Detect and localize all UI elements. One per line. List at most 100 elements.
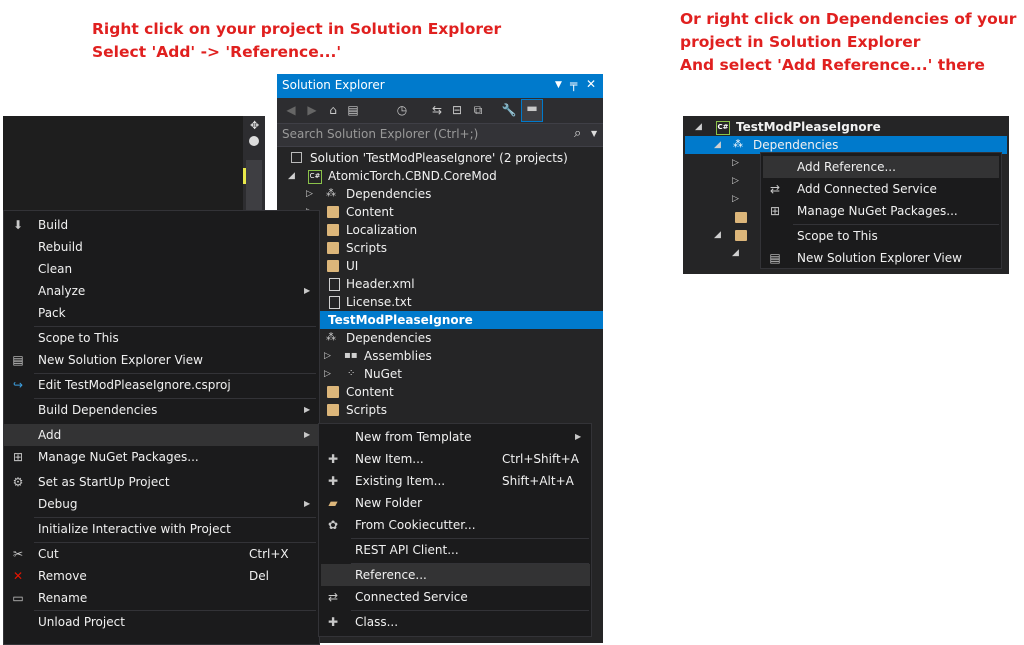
menu-item-clean[interactable]: Clean <box>4 258 319 280</box>
tree-item-folder[interactable]: ▷ Localization <box>277 221 603 239</box>
menu-item-manage-nuget[interactable]: ⊞ Manage NuGet Packages... <box>761 200 1001 222</box>
menu-item-cut[interactable]: ✂ Cut Ctrl+X <box>4 543 319 565</box>
tree-item-solution[interactable]: Solution 'TestModPleaseIgnore' (2 projec… <box>277 149 603 167</box>
menu-item-label: New from Template <box>355 430 472 444</box>
tree-item-folder[interactable]: UI <box>277 257 603 275</box>
collapsed-arrow-icon[interactable]: ▷ <box>324 347 334 365</box>
search-options-icon[interactable]: ▼ <box>591 129 597 138</box>
text-file-icon <box>329 296 340 309</box>
instruction-right-line: Or right click on Dependencies of your <box>680 10 1017 28</box>
scroll-thumb[interactable] <box>246 160 262 215</box>
collapse-all-icon[interactable]: ⊟ <box>449 102 465 118</box>
tree-item-assemblies[interactable]: ▷ ▪▪ Assemblies <box>277 347 603 365</box>
submenu-item-class[interactable]: ✚ Class... <box>319 611 591 633</box>
project-context-menu: ⬇ Build Rebuild Clean Analyze ▶ Pack Scope… <box>3 210 320 645</box>
tree-item-file[interactable]: License.txt <box>277 293 603 311</box>
submenu-item-new-item[interactable]: ✚ New Item... Ctrl+Shift+A <box>319 448 591 470</box>
menu-item-scope[interactable]: Scope to This <box>761 225 1001 247</box>
tree-item-folder[interactable]: ▷ Content <box>277 203 603 221</box>
expanded-arrow-icon[interactable]: ◢ <box>288 167 298 185</box>
tree-item-file[interactable]: Header.xml <box>277 275 603 293</box>
menu-item-label: Manage NuGet Packages... <box>38 450 199 464</box>
pending-changes-icon[interactable]: ◷ <box>394 102 410 118</box>
cookiecutter-icon: ✿ <box>327 518 339 532</box>
switch-views-icon[interactable]: ▤ <box>345 102 361 118</box>
menu-item-remove[interactable]: ✕ Remove Del <box>4 565 319 587</box>
dependencies-icon: ⁂ <box>326 188 336 199</box>
dropdown-icon[interactable]: ▼ <box>555 80 562 90</box>
menu-item-interactive[interactable]: Initialize Interactive with Project <box>4 518 319 540</box>
menu-item-unload[interactable]: Unload Project <box>4 611 319 633</box>
home-icon[interactable]: ⌂ <box>325 102 341 118</box>
menu-item-label: Rebuild <box>38 240 83 254</box>
menu-item-build[interactable]: ⬇ Build <box>4 214 319 236</box>
expanded-arrow-icon[interactable]: ◢ <box>695 118 705 136</box>
show-all-files-icon[interactable]: ⧉ <box>470 102 486 118</box>
tree-item-folder[interactable]: ▷ Scripts <box>277 239 603 257</box>
sync-icon[interactable]: ⇆ <box>429 102 445 118</box>
menu-item-new-view[interactable]: ▤ New Solution Explorer View <box>761 247 1001 269</box>
solution-icon <box>291 152 302 163</box>
menu-item-debug[interactable]: Debug ▶ <box>4 493 319 515</box>
menu-item-pack[interactable]: Pack <box>4 302 319 324</box>
collapsed-arrow-icon[interactable]: ▷ <box>306 185 316 203</box>
menu-item-startup[interactable]: ⚙ Set as StartUp Project <box>4 471 319 493</box>
submenu-item-cookiecutter[interactable]: ✿ From Cookiecutter... <box>319 514 591 536</box>
submenu-item-connected-service[interactable]: ⇄ Connected Service <box>319 586 591 608</box>
close-icon[interactable]: ✕ <box>586 77 596 91</box>
menu-item-label: Scope to This <box>797 229 878 243</box>
menu-item-label: Set as StartUp Project <box>38 475 170 489</box>
menu-item-rename[interactable]: ▭ Rename <box>4 587 319 609</box>
submenu-item-new-folder[interactable]: ▰ New Folder <box>319 492 591 514</box>
menu-item-label: Remove <box>38 569 87 583</box>
menu-item-add-reference[interactable]: Add Reference... <box>763 156 999 178</box>
menu-item-label: Add <box>38 428 62 442</box>
forward-icon[interactable]: ▶ <box>304 102 320 118</box>
collapsed-arrow-icon[interactable]: ▷ <box>732 194 739 204</box>
menu-item-rebuild[interactable]: Rebuild <box>4 236 319 258</box>
edit-icon: ↪ <box>12 378 24 392</box>
menu-item-scope[interactable]: Scope to This <box>4 327 319 349</box>
expanded-arrow-icon[interactable]: ◢ <box>732 248 739 258</box>
properties-icon[interactable]: 🔧 <box>501 102 517 118</box>
gear-icon: ⚙ <box>12 475 24 489</box>
tree-item-dependencies[interactable]: ⁂ Dependencies <box>277 329 603 347</box>
collapsed-arrow-icon[interactable]: ▷ <box>732 158 739 168</box>
preview-selected-icon[interactable]: ▬ <box>521 99 543 122</box>
tree-item-dependencies[interactable]: ▷ ⁂ Dependencies <box>277 185 603 203</box>
tree-item-project[interactable]: ◢ C# AtomicTorch.CBND.CoreMod <box>277 167 603 185</box>
collapsed-arrow-icon[interactable]: ▷ <box>324 365 334 383</box>
search-input[interactable]: Search Solution Explorer (Ctrl+;) <box>282 127 478 141</box>
existing-item-icon: ✚ <box>327 474 339 488</box>
tree-item-selected-project[interactable]: TestModPleaseIgnore <box>277 311 603 329</box>
expanded-arrow-icon[interactable]: ◢ <box>714 230 721 240</box>
solution-explorer-search[interactable]: Search Solution Explorer (Ctrl+;) ⌕ ▼ <box>277 123 603 147</box>
tree-item-project[interactable]: ◢ C# TestModPleaseIgnore <box>683 118 1009 136</box>
pause-icon[interactable] <box>249 136 259 146</box>
menu-item-edit-csproj[interactable]: ↪ Edit TestModPleaseIgnore.csproj <box>4 374 319 396</box>
tree-item-nuget[interactable]: ▷ ⁘ NuGet <box>277 365 603 383</box>
submenu-arrow-icon: ▶ <box>304 405 311 414</box>
submenu-item-reference[interactable]: Reference... <box>321 564 590 586</box>
tree-item-label: Content <box>346 385 394 399</box>
pin-icon[interactable]: ╤ <box>570 77 577 91</box>
split-icon[interactable]: ✥ <box>250 119 259 132</box>
folder-icon <box>327 260 339 272</box>
menu-item-build-dependencies[interactable]: Build Dependencies ▶ <box>4 399 319 421</box>
search-icon[interactable]: ⌕ <box>574 126 581 141</box>
menu-item-add[interactable]: Add ▶ <box>4 424 319 446</box>
tree-item-folder[interactable]: Content <box>277 383 603 401</box>
submenu-item-rest-api[interactable]: REST API Client... <box>319 539 591 561</box>
menu-item-analyze[interactable]: Analyze ▶ <box>4 280 319 302</box>
menu-item-new-view[interactable]: ▤ New Solution Explorer View <box>4 349 319 371</box>
expanded-arrow-icon[interactable]: ◢ <box>714 136 724 154</box>
back-icon[interactable]: ◀ <box>283 102 299 118</box>
menu-item-manage-nuget[interactable]: ⊞ Manage NuGet Packages... <box>4 446 319 468</box>
submenu-item-existing-item[interactable]: ✚ Existing Item... Shift+Alt+A <box>319 470 591 492</box>
menu-item-label: Scope to This <box>38 331 119 345</box>
menu-item-add-connected-service[interactable]: ⇄ Add Connected Service <box>761 178 1001 200</box>
folder-icon <box>735 230 747 241</box>
collapsed-arrow-icon[interactable]: ▷ <box>732 176 739 186</box>
tree-item-folder[interactable]: Scripts <box>277 401 603 419</box>
submenu-item-new-from-template[interactable]: New from Template ▶ <box>319 426 591 448</box>
